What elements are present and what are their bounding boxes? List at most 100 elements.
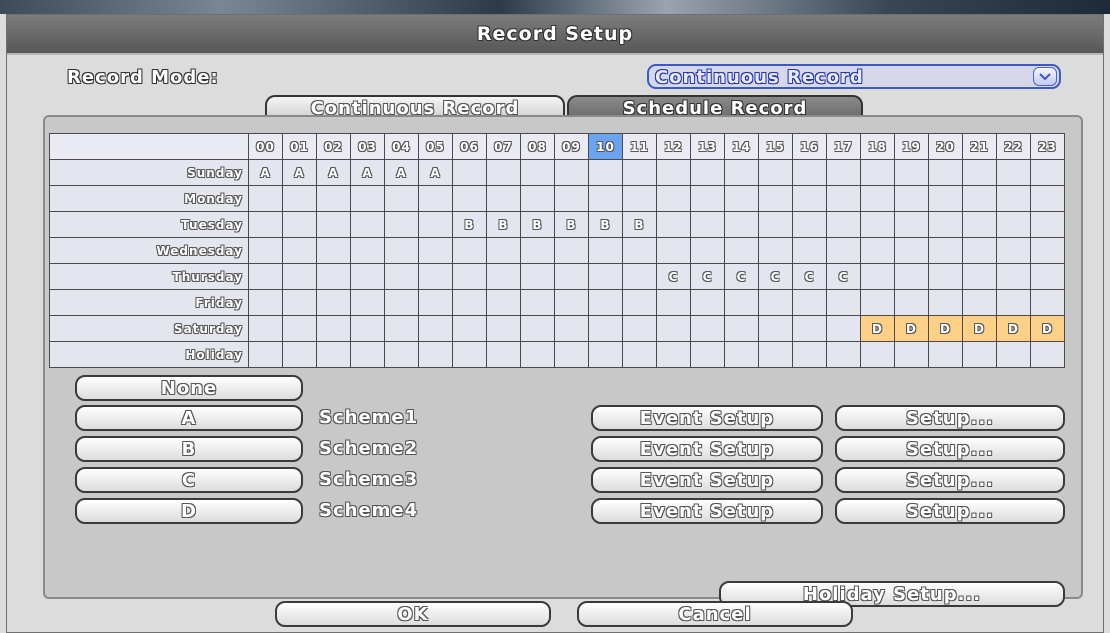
- schedule-cell[interactable]: [588, 263, 623, 290]
- schedule-cell[interactable]: [656, 159, 691, 186]
- schedule-cell[interactable]: [248, 237, 283, 264]
- event-setup-button[interactable]: Event Setup: [591, 467, 823, 493]
- schedule-cell[interactable]: [1030, 211, 1065, 238]
- schedule-cell[interactable]: A: [418, 159, 453, 186]
- schedule-cell[interactable]: B: [588, 211, 623, 238]
- schedule-cell[interactable]: [418, 211, 453, 238]
- schedule-cell[interactable]: [792, 159, 827, 186]
- schedule-cell[interactable]: [316, 289, 351, 316]
- schedule-cell[interactable]: [384, 315, 419, 342]
- schedule-cell[interactable]: [792, 211, 827, 238]
- schedule-cell[interactable]: [656, 315, 691, 342]
- event-setup-button[interactable]: Event Setup: [591, 498, 823, 524]
- day-label-thursday[interactable]: Thursday: [49, 263, 249, 290]
- schedule-cell[interactable]: [588, 341, 623, 368]
- schedule-cell[interactable]: [1030, 185, 1065, 212]
- hour-header-04[interactable]: 04: [384, 133, 419, 160]
- none-button[interactable]: None: [75, 375, 303, 401]
- schedule-cell[interactable]: [520, 185, 555, 212]
- schedule-cell[interactable]: [962, 159, 997, 186]
- schedule-cell[interactable]: [724, 315, 759, 342]
- schedule-cell[interactable]: [486, 159, 521, 186]
- ok-button[interactable]: OK: [275, 601, 551, 627]
- schedule-cell[interactable]: C: [792, 263, 827, 290]
- schedule-cell[interactable]: [1030, 237, 1065, 264]
- schedule-cell[interactable]: A: [248, 159, 283, 186]
- schedule-cell[interactable]: [384, 237, 419, 264]
- schedule-cell[interactable]: [792, 185, 827, 212]
- day-label-wednesday[interactable]: Wednesday: [49, 237, 249, 264]
- day-label-monday[interactable]: Monday: [49, 185, 249, 212]
- schedule-cell[interactable]: [384, 185, 419, 212]
- schedule-cell[interactable]: [452, 237, 487, 264]
- schedule-cell[interactable]: [1030, 289, 1065, 316]
- schedule-cell[interactable]: [520, 237, 555, 264]
- schedule-cell[interactable]: [588, 185, 623, 212]
- hour-header-21[interactable]: 21: [962, 133, 997, 160]
- schedule-cell[interactable]: [656, 341, 691, 368]
- schedule-cell[interactable]: [724, 185, 759, 212]
- schedule-cell[interactable]: [486, 185, 521, 212]
- schedule-cell[interactable]: [724, 211, 759, 238]
- schedule-cell[interactable]: [826, 159, 861, 186]
- hour-header-13[interactable]: 13: [690, 133, 725, 160]
- schedule-cell[interactable]: [690, 211, 725, 238]
- schedule-cell[interactable]: [486, 341, 521, 368]
- event-setup-button[interactable]: Event Setup: [591, 405, 823, 431]
- schedule-cell[interactable]: [962, 289, 997, 316]
- schedule-cell[interactable]: [520, 341, 555, 368]
- schedule-cell[interactable]: C: [690, 263, 725, 290]
- schedule-cell[interactable]: [248, 263, 283, 290]
- hour-header-10[interactable]: 10: [588, 133, 623, 160]
- schedule-cell[interactable]: A: [316, 159, 351, 186]
- schedule-cell[interactable]: [962, 211, 997, 238]
- schedule-cell[interactable]: [928, 289, 963, 316]
- schedule-cell[interactable]: [724, 341, 759, 368]
- schedule-cell[interactable]: [996, 211, 1031, 238]
- schedule-cell[interactable]: [758, 185, 793, 212]
- schedule-cell[interactable]: [316, 263, 351, 290]
- schedule-cell[interactable]: [350, 185, 385, 212]
- schedule-cell[interactable]: [350, 211, 385, 238]
- schedule-cell[interactable]: [758, 159, 793, 186]
- schedule-cell[interactable]: [690, 159, 725, 186]
- schedule-cell[interactable]: [316, 237, 351, 264]
- schedule-cell[interactable]: C: [724, 263, 759, 290]
- schedule-cell[interactable]: [384, 263, 419, 290]
- schedule-cell[interactable]: [418, 263, 453, 290]
- hour-header-08[interactable]: 08: [520, 133, 555, 160]
- schedule-cell[interactable]: [860, 159, 895, 186]
- record-mode-select[interactable]: Continuous Record: [647, 64, 1061, 89]
- schedule-cell[interactable]: [486, 237, 521, 264]
- schedule-cell[interactable]: B: [554, 211, 589, 238]
- schedule-cell[interactable]: [418, 341, 453, 368]
- schedule-cell[interactable]: [690, 315, 725, 342]
- schedule-cell[interactable]: [282, 289, 317, 316]
- schedule-cell[interactable]: [758, 315, 793, 342]
- schedule-cell[interactable]: [792, 315, 827, 342]
- schedule-cell[interactable]: [928, 185, 963, 212]
- hour-header-09[interactable]: 09: [554, 133, 589, 160]
- schedule-cell[interactable]: B: [520, 211, 555, 238]
- schedule-cell[interactable]: [350, 315, 385, 342]
- schedule-cell[interactable]: [690, 289, 725, 316]
- schedule-cell[interactable]: [520, 315, 555, 342]
- schedule-cell[interactable]: [894, 263, 929, 290]
- schedule-cell[interactable]: [282, 211, 317, 238]
- schedule-cell[interactable]: [452, 185, 487, 212]
- schedule-cell[interactable]: [894, 341, 929, 368]
- schedule-cell[interactable]: [962, 263, 997, 290]
- hour-header-20[interactable]: 20: [928, 133, 963, 160]
- schedule-cell[interactable]: [724, 289, 759, 316]
- schedule-cell[interactable]: [418, 315, 453, 342]
- schedule-cell[interactable]: [860, 211, 895, 238]
- schedule-cell[interactable]: A: [384, 159, 419, 186]
- schedule-cell[interactable]: [690, 237, 725, 264]
- schedule-cell[interactable]: D: [962, 315, 997, 342]
- schedule-cell[interactable]: [554, 185, 589, 212]
- schedule-cell[interactable]: C: [656, 263, 691, 290]
- schedule-cell[interactable]: [622, 263, 657, 290]
- schedule-cell[interactable]: [656, 211, 691, 238]
- schedule-cell[interactable]: [316, 341, 351, 368]
- schedule-cell[interactable]: C: [758, 263, 793, 290]
